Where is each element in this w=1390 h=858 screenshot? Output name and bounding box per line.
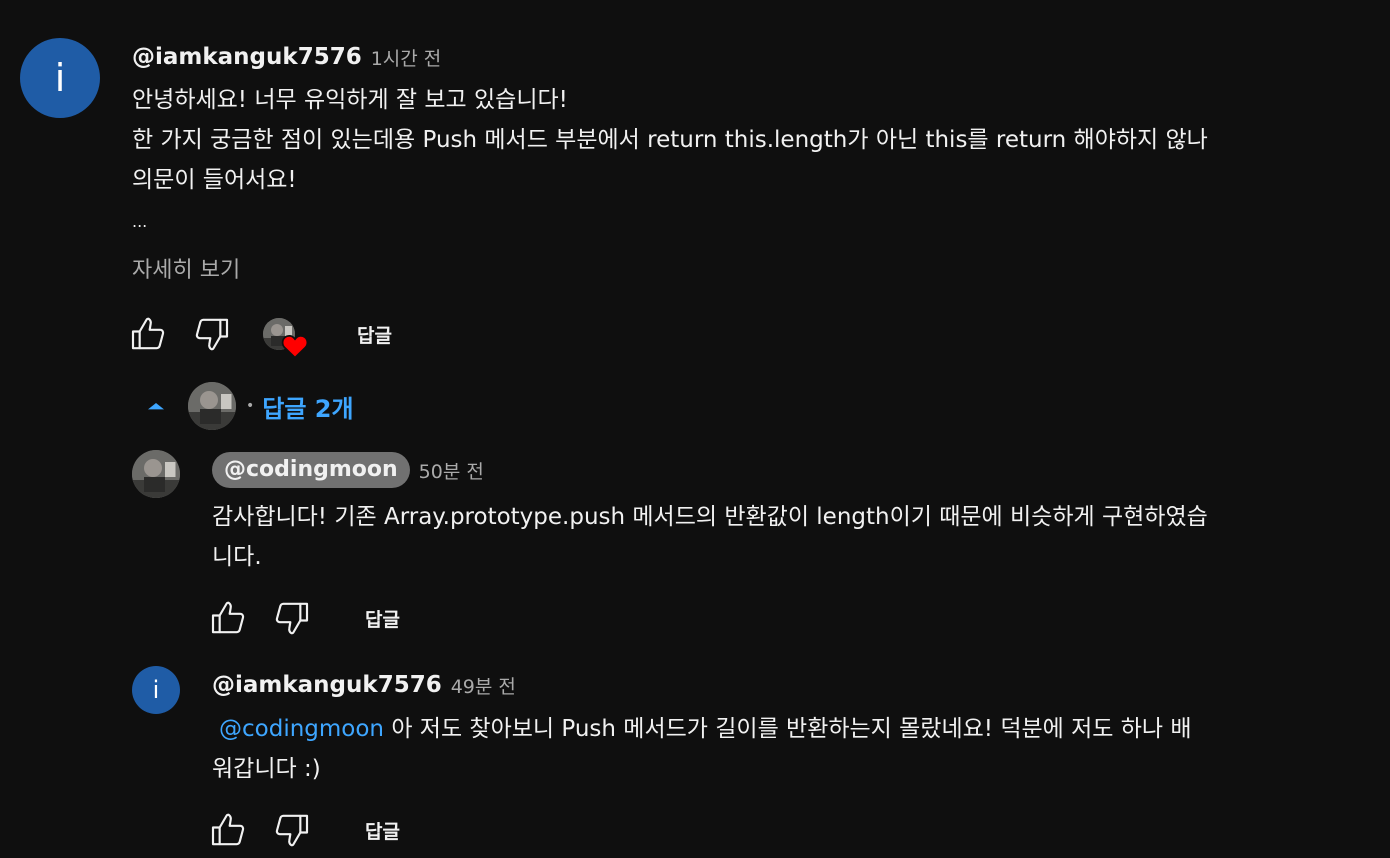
- reply-text-line-1: 감사합니다! 기존 Array.prototype.push 메서드의 반환값이…: [212, 504, 1208, 530]
- like-button[interactable]: [128, 314, 168, 354]
- comment-text-line-2: 한 가지 궁금한 점이 있는데용 Push 메서드 부분에서 return th…: [132, 127, 1208, 153]
- mention-link[interactable]: @codingmoon: [219, 716, 384, 742]
- comment-author-name[interactable]: @iamkanguk7576: [132, 44, 362, 70]
- reply2-author-avatar[interactable]: i: [132, 666, 180, 714]
- reply-button[interactable]: 답글: [357, 321, 392, 348]
- replies-avatar: [188, 382, 236, 430]
- reply2-header: @iamkanguk7576 49분 전: [212, 668, 516, 702]
- thumbs-up-icon: [131, 317, 165, 350]
- reply-text-line-2: 니다.: [212, 544, 262, 570]
- comment-text-line-1: 안녕하세요! 너무 유익하게 잘 보고 있습니다!: [132, 87, 568, 113]
- reply2-text-rest: 아 저도 찾아보니 Push 메서드가 길이를 반환하는지 몰랐네요! 덕분에 …: [384, 716, 1192, 742]
- reply-author-avatar[interactable]: [132, 450, 180, 498]
- reply2-author-name[interactable]: @iamkanguk7576: [212, 672, 442, 698]
- creator-heart-badge: [263, 318, 309, 362]
- heart-icon: [281, 334, 309, 359]
- thumbs-down-icon: [275, 814, 309, 847]
- replies-toggle[interactable]: • 답글 2개: [144, 381, 354, 431]
- reply-like-button[interactable]: [208, 598, 248, 638]
- reply-reply-button[interactable]: 답글: [365, 605, 400, 632]
- replies-count-label[interactable]: 답글 2개: [262, 389, 353, 424]
- reply2-reply-button[interactable]: 답글: [365, 817, 400, 844]
- thumbs-up-icon: [211, 813, 245, 846]
- chevron-up-icon: [148, 403, 164, 410]
- comment-author-avatar[interactable]: i: [20, 38, 100, 118]
- reply2-timestamp[interactable]: 49분 전: [451, 672, 516, 699]
- reply-dislike-button[interactable]: [272, 598, 312, 638]
- dislike-button[interactable]: [192, 314, 232, 354]
- comment-timestamp[interactable]: 1시간 전: [371, 44, 442, 71]
- comment-header: @iamkanguk7576 1시간 전: [132, 40, 441, 74]
- comment-text-line-3: 의문이 들어서요!: [132, 167, 297, 193]
- read-more-link[interactable]: 자세히 보기: [132, 252, 240, 284]
- reply2-dislike-button[interactable]: [272, 810, 312, 850]
- reply-timestamp[interactable]: 50분 전: [419, 457, 484, 484]
- comment-thread: i @iamkanguk7576 1시간 전 안녕하세요! 너무 유익하게 잘 …: [0, 0, 1390, 858]
- thumbs-down-icon: [195, 318, 229, 351]
- reply-header: @codingmoon 50분 전: [212, 451, 484, 489]
- thumbs-up-icon: [211, 601, 245, 634]
- comment-ellipsis: ...: [132, 212, 148, 231]
- reply2-text-line-1: @codingmoon 아 저도 찾아보니 Push 메서드가 길이를 반환하는…: [212, 709, 1192, 749]
- creator-author-badge[interactable]: @codingmoon: [212, 452, 410, 488]
- reply2-text-line-2: 워갑니다 :): [212, 756, 321, 782]
- thumbs-down-icon: [275, 602, 309, 635]
- replies-dot: •: [246, 398, 255, 414]
- reply2-like-button[interactable]: [208, 810, 248, 850]
